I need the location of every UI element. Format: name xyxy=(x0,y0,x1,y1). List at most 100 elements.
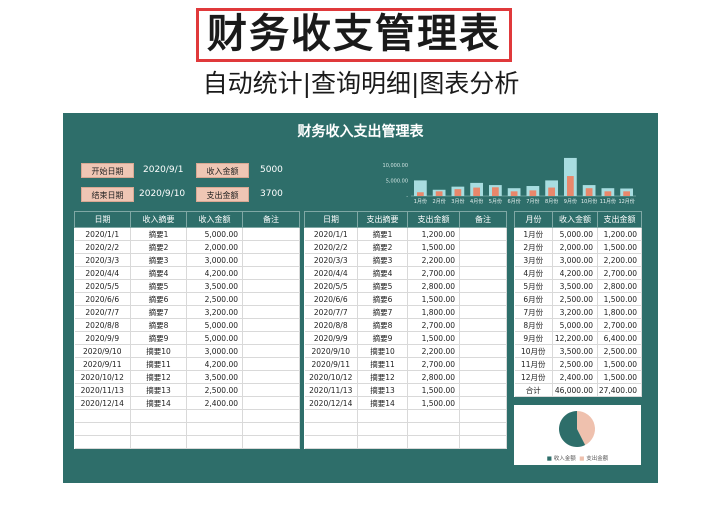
table-cell[interactable]: 2020/1/1 xyxy=(304,227,358,241)
table-cell[interactable]: 2020/4/4 xyxy=(74,266,131,280)
table-cell[interactable]: 摘要4 xyxy=(357,266,408,280)
table-cell[interactable] xyxy=(242,253,300,267)
table-cell[interactable]: 2020/4/4 xyxy=(304,266,358,280)
table-cell[interactable]: 5,000.00 xyxy=(186,331,243,345)
table-cell[interactable]: 4,200.00 xyxy=(186,357,243,371)
table-cell[interactable]: 4,200.00 xyxy=(552,266,598,280)
table-cell[interactable]: 2020/12/14 xyxy=(74,396,131,410)
table-cell[interactable]: 5,000.00 xyxy=(552,227,598,241)
table-cell[interactable]: 2,700.00 xyxy=(597,266,642,280)
table-cell[interactable]: 摘要8 xyxy=(130,318,187,332)
table-cell[interactable]: 2,800.00 xyxy=(407,279,460,293)
table-cell[interactable]: 摘要14 xyxy=(357,396,408,410)
table-cell[interactable]: 11月份 xyxy=(514,357,553,371)
table-cell[interactable]: 摘要7 xyxy=(357,305,408,319)
table-cell[interactable]: 3,000.00 xyxy=(186,253,243,267)
table-cell[interactable] xyxy=(242,227,300,241)
table-cell[interactable] xyxy=(459,305,507,319)
table-cell[interactable] xyxy=(242,240,300,254)
table-cell[interactable]: 2020/9/10 xyxy=(74,344,131,358)
table-cell[interactable] xyxy=(304,435,358,449)
table-cell[interactable] xyxy=(74,435,131,449)
table-cell[interactable]: 3,500.00 xyxy=(186,370,243,384)
table-cell[interactable]: 2,200.00 xyxy=(597,253,642,267)
table-cell[interactable]: 10月份 xyxy=(514,344,553,358)
table-cell[interactable] xyxy=(242,331,300,345)
table-cell[interactable]: 27,400.00 xyxy=(597,383,642,397)
table-cell[interactable]: 2,400.00 xyxy=(186,396,243,410)
table-cell[interactable]: 1,500.00 xyxy=(407,383,460,397)
table-cell[interactable]: 46,000.00 xyxy=(552,383,598,397)
table-cell[interactable]: 1,500.00 xyxy=(597,357,642,371)
table-cell[interactable] xyxy=(407,409,460,423)
table-cell[interactable]: 2,500.00 xyxy=(186,292,243,306)
table-cell[interactable]: 2020/9/11 xyxy=(304,357,358,371)
table-cell[interactable] xyxy=(407,422,460,436)
table-cell[interactable]: 摘要10 xyxy=(130,344,187,358)
table-cell[interactable] xyxy=(242,435,300,449)
start-date-value[interactable]: 2020/9/1 xyxy=(143,163,183,178)
table-cell[interactable] xyxy=(459,292,507,306)
table-cell[interactable]: 2020/10/12 xyxy=(304,370,358,384)
table-cell[interactable]: 2020/5/5 xyxy=(74,279,131,293)
table-cell[interactable] xyxy=(459,357,507,371)
table-cell[interactable]: 2020/3/3 xyxy=(304,253,358,267)
table-cell[interactable]: 摘要1 xyxy=(357,227,408,241)
table-cell[interactable] xyxy=(459,253,507,267)
table-cell[interactable]: 2,200.00 xyxy=(407,253,460,267)
table-cell[interactable] xyxy=(304,409,358,423)
table-cell[interactable]: 摘要13 xyxy=(130,383,187,397)
table-cell[interactable]: 摘要2 xyxy=(130,240,187,254)
table-cell[interactable]: 摘要2 xyxy=(357,240,408,254)
table-cell[interactable] xyxy=(242,344,300,358)
table-cell[interactable]: 1,500.00 xyxy=(597,240,642,254)
table-cell[interactable]: 3,500.00 xyxy=(552,344,598,358)
table-cell[interactable]: 2020/6/6 xyxy=(74,292,131,306)
table-cell[interactable] xyxy=(186,435,243,449)
table-cell[interactable] xyxy=(242,422,300,436)
table-cell[interactable]: 2020/7/7 xyxy=(74,305,131,319)
table-cell[interactable]: 2020/1/1 xyxy=(74,227,131,241)
table-cell[interactable]: 5,000.00 xyxy=(186,318,243,332)
table-cell[interactable] xyxy=(459,331,507,345)
table-cell[interactable]: 合计 xyxy=(514,383,553,397)
table-cell[interactable]: 2020/2/2 xyxy=(74,240,131,254)
table-cell[interactable]: 2,200.00 xyxy=(407,344,460,358)
table-cell[interactable]: 9月份 xyxy=(514,331,553,345)
table-cell[interactable]: 摘要11 xyxy=(357,357,408,371)
table-cell[interactable]: 2020/9/11 xyxy=(74,357,131,371)
table-cell[interactable]: 1,500.00 xyxy=(407,292,460,306)
table-cell[interactable]: 2020/3/3 xyxy=(74,253,131,267)
table-cell[interactable] xyxy=(459,240,507,254)
table-cell[interactable]: 2,500.00 xyxy=(552,357,598,371)
table-cell[interactable]: 摘要6 xyxy=(357,292,408,306)
table-cell[interactable]: 5月份 xyxy=(514,279,553,293)
table-cell[interactable]: 摘要9 xyxy=(130,331,187,345)
table-cell[interactable]: 2,500.00 xyxy=(552,292,598,306)
table-cell[interactable] xyxy=(459,344,507,358)
table-cell[interactable] xyxy=(130,435,187,449)
table-cell[interactable] xyxy=(357,435,408,449)
table-cell[interactable]: 摘要4 xyxy=(130,266,187,280)
table-cell[interactable] xyxy=(459,383,507,397)
table-cell[interactable]: 2020/11/13 xyxy=(304,383,358,397)
table-cell[interactable] xyxy=(242,409,300,423)
table-cell[interactable] xyxy=(242,318,300,332)
table-cell[interactable]: 1,800.00 xyxy=(407,305,460,319)
table-cell[interactable]: 3,200.00 xyxy=(186,305,243,319)
table-cell[interactable]: 摘要14 xyxy=(130,396,187,410)
table-cell[interactable]: 2020/8/8 xyxy=(74,318,131,332)
table-cell[interactable] xyxy=(130,409,187,423)
table-cell[interactable] xyxy=(357,422,408,436)
table-cell[interactable]: 1,200.00 xyxy=(597,227,642,241)
table-cell[interactable]: 摘要9 xyxy=(357,331,408,345)
table-cell[interactable]: 2020/8/8 xyxy=(304,318,358,332)
table-cell[interactable]: 2,700.00 xyxy=(407,357,460,371)
table-cell[interactable]: 摘要12 xyxy=(130,370,187,384)
table-cell[interactable]: 2月份 xyxy=(514,240,553,254)
table-cell[interactable] xyxy=(459,227,507,241)
table-cell[interactable]: 1月份 xyxy=(514,227,553,241)
table-cell[interactable]: 3,000.00 xyxy=(552,253,598,267)
table-cell[interactable]: 1,500.00 xyxy=(597,370,642,384)
table-cell[interactable]: 2,700.00 xyxy=(597,318,642,332)
